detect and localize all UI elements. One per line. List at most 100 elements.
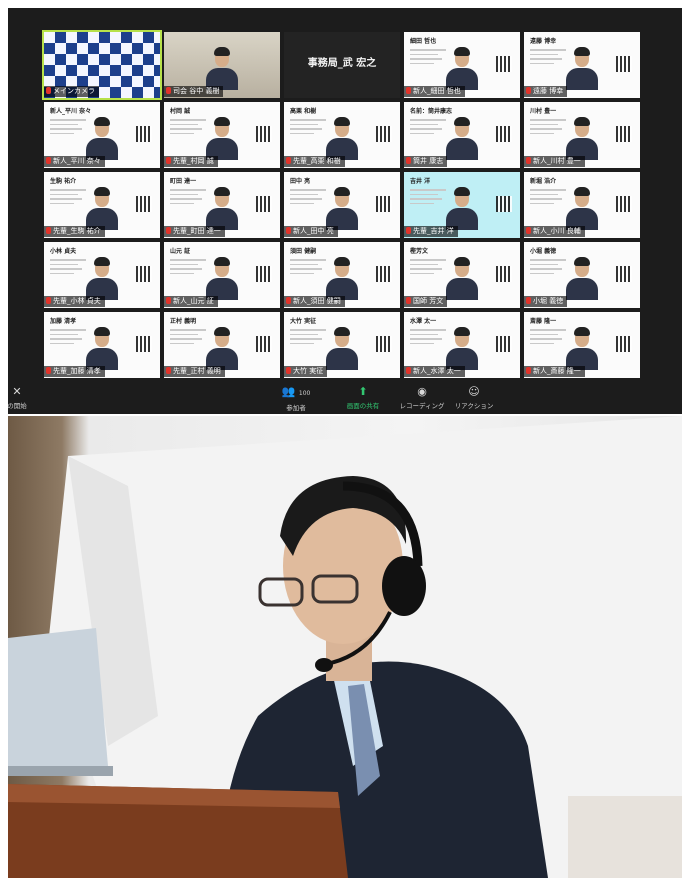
card-text-lines xyxy=(290,116,330,137)
participant-name-text: 新人_小川 良輔 xyxy=(533,227,581,235)
qr-code-icon xyxy=(616,196,632,212)
card-text-lines xyxy=(410,186,450,207)
participant-tile[interactable]: 田中 亮新人_田中 亮 xyxy=(284,172,400,238)
participant-name: 小堀 義徳 xyxy=(524,296,568,307)
qr-code-icon xyxy=(376,266,392,282)
mic-muted-icon xyxy=(526,297,531,304)
qr-code-icon xyxy=(136,266,152,282)
qr-code-icon xyxy=(616,56,632,72)
card-text-lines xyxy=(410,116,450,137)
participant-name: 新人_田中 亮 xyxy=(284,226,338,237)
participant-name-text: 先輩_町田 達一 xyxy=(173,227,221,235)
participant-name: 新人_水澤 太一 xyxy=(404,366,465,377)
participant-tile[interactable]: メインカメラ xyxy=(42,30,162,100)
participant-tile[interactable]: 加藤 清孝先輩_加藤 清孝 xyxy=(44,312,160,378)
participant-tile[interactable]: 村岡 誠先輩_村岡 誠 xyxy=(164,102,280,168)
card-title: 大竹 実征 xyxy=(290,318,317,325)
participant-name-text: 先輩_高栗 和樹 xyxy=(293,157,341,165)
qr-code-icon xyxy=(136,336,152,352)
card-title: 新堀 浩介 xyxy=(530,178,557,185)
mic-muted-icon xyxy=(406,227,411,234)
video-off-icon: ✕ xyxy=(12,385,22,398)
participant-name: 新人_細田 哲也 xyxy=(404,86,465,97)
participant-tile[interactable]: 高栗 和樹先輩_高栗 和樹 xyxy=(284,102,400,168)
participant-tile[interactable]: 小堀 義徳 小堀 義徳 xyxy=(524,242,640,308)
participant-name-text: 新人_水澤 太一 xyxy=(413,367,461,375)
qr-code-icon xyxy=(256,336,272,352)
share-screen-button[interactable]: ⬆ 画面の共有 xyxy=(333,386,393,411)
participant-name-text: 新人_川村 豊一 xyxy=(533,157,581,165)
participant-tile[interactable]: 新人_平川 奈々 新人_平川 奈々 xyxy=(44,102,160,168)
participant-name: 遠藤 博幸 xyxy=(524,86,568,97)
participant-tile[interactable]: 遠藤 博幸 遠藤 博幸 xyxy=(524,32,640,98)
reactions-button[interactable]: ☺ リアクション xyxy=(444,386,504,411)
participant-name-text: 先輩_吉井 洋 xyxy=(413,227,454,235)
qr-code-icon xyxy=(136,196,152,212)
mic-muted-icon xyxy=(46,297,51,304)
participant-name-text: 司会 谷中 義樹 xyxy=(173,87,220,95)
participant-name-text: 新人_細田 哲也 xyxy=(413,87,461,95)
mic-muted-icon xyxy=(406,157,411,164)
participant-video xyxy=(446,44,478,90)
participant-name: 先輩_正村 義明 xyxy=(164,366,225,377)
start-video-button[interactable]: ✕ の開始 xyxy=(8,385,44,411)
card-text-lines xyxy=(50,256,90,277)
participant-tile[interactable]: 斎藤 隆一 新人_斎藤 隆一 xyxy=(524,312,640,378)
participant-video xyxy=(86,254,118,300)
card-title: 高栗 和樹 xyxy=(290,108,317,115)
card-text-lines xyxy=(290,326,330,347)
laptop-screen xyxy=(8,628,108,776)
participant-tile[interactable]: 町田 達一先輩_町田 達一 xyxy=(164,172,280,238)
participant-name-text: 先輩_正村 義明 xyxy=(173,367,221,375)
card-title: 田中 亮 xyxy=(290,178,311,185)
participant-tile[interactable]: 川村 豊一 新人_川村 豊一 xyxy=(524,102,640,168)
participant-video xyxy=(326,254,358,300)
card-title: 正村 義明 xyxy=(170,318,197,325)
mic-muted-icon xyxy=(166,297,171,304)
card-text-lines xyxy=(530,186,570,207)
mic-muted-icon xyxy=(526,227,531,234)
participant-tile[interactable]: 山元 証新人_山元 証 xyxy=(164,242,280,308)
participant-name: 新人_斎藤 隆一 xyxy=(524,366,585,377)
participant-tile[interactable]: 須田 健嗣 新人_須田 健嗣 xyxy=(284,242,400,308)
mic-muted-icon xyxy=(166,227,171,234)
card-title: 加藤 清孝 xyxy=(50,318,77,325)
participant-video xyxy=(566,114,598,160)
participant-tile[interactable]: 新堀 浩介新人_小川 良輔 xyxy=(524,172,640,238)
participant-video xyxy=(446,184,478,230)
card-text-lines xyxy=(170,326,210,347)
participant-name: 先輩_加藤 清孝 xyxy=(44,366,105,377)
participant-tile[interactable]: 事務局_武 宏之 xyxy=(284,32,400,98)
participant-name-text: 先輩_小林 貞夫 xyxy=(53,297,101,305)
participant-tile[interactable]: 正村 義明先輩_正村 義明 xyxy=(164,312,280,378)
participant-tile[interactable]: 大竹 実征 大竹 実征 xyxy=(284,312,400,378)
record-button[interactable]: ◉ レコーディング xyxy=(392,386,452,411)
participant-tile[interactable]: 樫芳文 国師 芳文 xyxy=(404,242,520,308)
speaker-photo xyxy=(8,416,682,878)
participant-tile[interactable]: 小林 貞夫 先輩_小林 貞夫 xyxy=(44,242,160,308)
participants-button[interactable]: 👥 100 参加者 xyxy=(266,385,326,413)
participant-tile[interactable]: 生駒 祐介 先輩_生駒 祐介 xyxy=(44,172,160,238)
mic-muted-icon xyxy=(286,157,291,164)
participant-tile[interactable]: 細田 哲也 新人_細田 哲也 xyxy=(404,32,520,98)
card-text-lines xyxy=(530,116,570,137)
participant-name: 先輩_村岡 誠 xyxy=(164,156,218,167)
mic-muted-icon xyxy=(46,157,51,164)
participant-name-text: 小堀 義徳 xyxy=(533,297,564,305)
participants-icon: 👥 100 xyxy=(281,385,311,398)
participant-tile[interactable]: 名前：筒井康志 筒井 康志 xyxy=(404,102,520,168)
floor-shadow xyxy=(568,796,682,878)
participant-video xyxy=(206,114,238,160)
participant-video xyxy=(566,184,598,230)
participant-tile[interactable]: 水澤 太一 新人_水澤 太一 xyxy=(404,312,520,378)
card-text-lines xyxy=(530,256,570,277)
card-text-lines xyxy=(530,326,570,347)
card-title: 町田 達一 xyxy=(170,178,197,185)
participant-name-text: 国師 芳文 xyxy=(413,297,444,305)
mic-muted-icon xyxy=(286,227,291,234)
participant-tile[interactable]: 司会 谷中 義樹 xyxy=(164,32,280,98)
participant-tile[interactable]: 吉井 洋先輩_吉井 洋 xyxy=(404,172,520,238)
participants-count: 100 xyxy=(298,390,311,397)
participant-name-text: 新人_須田 健嗣 xyxy=(293,297,341,305)
participant-name: 先輩_高栗 和樹 xyxy=(284,156,345,167)
